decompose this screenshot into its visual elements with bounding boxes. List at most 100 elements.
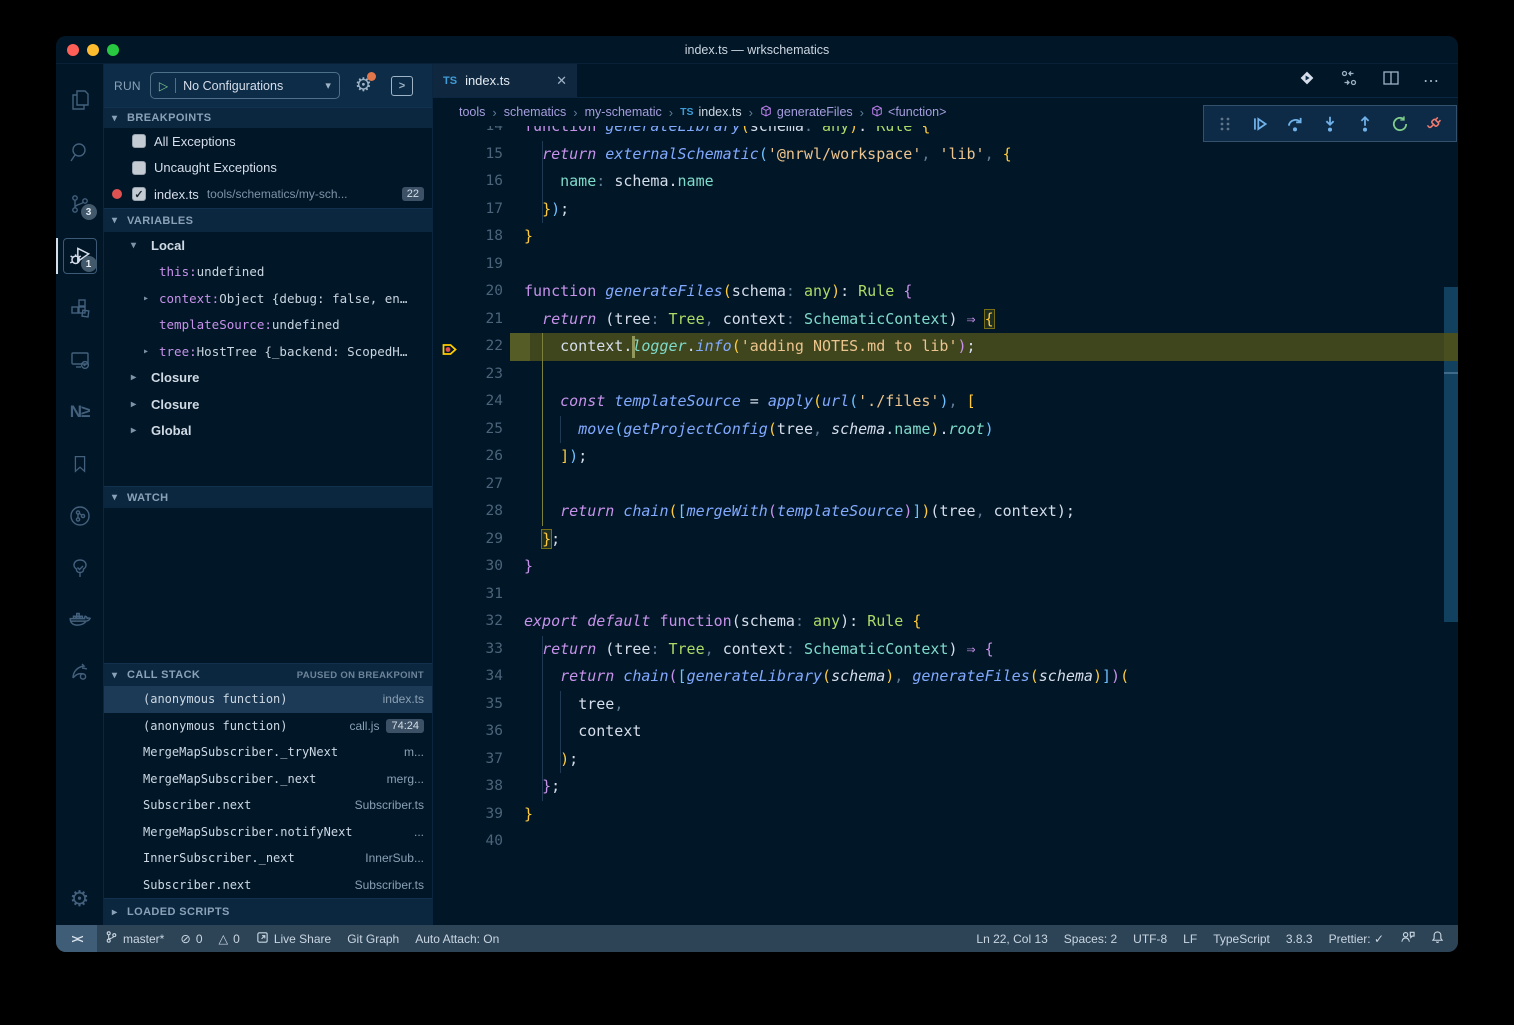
twisty-icon[interactable]: ▸ xyxy=(143,293,159,304)
code-line[interactable]: 22 context.logger.info('adding NOTES.md … xyxy=(433,333,1458,361)
breakpoint-row[interactable]: ✓index.tstools/schematics/my-sch...22 xyxy=(104,181,432,208)
code-line[interactable]: 19 xyxy=(433,251,1458,279)
debug-console-button[interactable]: > xyxy=(391,76,413,96)
loaded-scripts-header[interactable]: ▸LOADED SCRIPTS xyxy=(104,898,432,925)
remote-indicator[interactable]: >< xyxy=(56,925,97,952)
twisty-icon[interactable]: ▸ xyxy=(143,346,159,357)
warnings-item[interactable]: △0 xyxy=(211,931,248,946)
status-item[interactable]: Git Graph xyxy=(339,932,407,946)
breadcrumb-item[interactable]: schematics xyxy=(504,105,567,119)
breakpoint-checkbox[interactable]: ✓ xyxy=(132,187,146,201)
configure-gear-button[interactable]: ⚙ xyxy=(355,74,372,97)
split-editor-icon[interactable] xyxy=(1381,68,1401,93)
code-line[interactable]: 16 name: schema.name xyxy=(433,168,1458,196)
code-line[interactable]: 29 }; xyxy=(433,526,1458,554)
variables-header[interactable]: ▾VARIABLES xyxy=(104,208,432,232)
status-item[interactable]: Ln 22, Col 13 xyxy=(968,932,1055,946)
call-stack-frame[interactable]: Subscriber.nextSubscriber.ts xyxy=(104,872,432,899)
breadcrumb-item[interactable]: TSindex.ts xyxy=(680,105,742,119)
code-line[interactable]: 17 }); xyxy=(433,196,1458,224)
remote-explorer-icon[interactable] xyxy=(56,334,104,386)
nx-console-icon[interactable]: N≥ xyxy=(56,386,104,438)
call-stack-frame[interactable]: Subscriber.nextSubscriber.ts xyxy=(104,792,432,819)
code-line[interactable]: 15 return externalSchematic('@nrwl/works… xyxy=(433,141,1458,169)
status-item[interactable]: TypeScript xyxy=(1205,932,1278,946)
breakpoints-header[interactable]: ▾BREAKPOINTS xyxy=(104,107,432,128)
status-item[interactable]: Prettier: ✓ xyxy=(1321,932,1392,946)
call-stack-frame[interactable]: (anonymous function)call.js74:24 xyxy=(104,713,432,740)
run-and-debug-icon[interactable]: 1 xyxy=(56,230,104,282)
breakpoint-checkbox[interactable] xyxy=(132,161,146,175)
step-over-button[interactable] xyxy=(1281,110,1309,138)
call-stack-frame[interactable]: MergeMapSubscriber._nextmerg... xyxy=(104,766,432,793)
compare-changes-icon[interactable] xyxy=(1339,68,1359,93)
code-editor[interactable]: 14function generateLibrary(schema: any):… xyxy=(433,126,1458,925)
breadcrumb-item[interactable]: tools xyxy=(459,105,485,119)
search-icon[interactable] xyxy=(56,126,104,178)
variable-row[interactable]: ▸tree: HostTree {_backend: ScopedH… xyxy=(104,338,432,365)
scrollbar[interactable] xyxy=(1444,126,1458,925)
code-line[interactable]: 23 xyxy=(433,361,1458,389)
status-item[interactable]: LF xyxy=(1175,932,1205,946)
extensions-icon[interactable] xyxy=(56,282,104,334)
code-line[interactable]: 31 xyxy=(433,581,1458,609)
code-line[interactable]: 30} xyxy=(433,553,1458,581)
variable-row[interactable]: this: undefined xyxy=(104,259,432,286)
variables-scope-row[interactable]: ▸Closure xyxy=(104,391,432,418)
status-item[interactable]: Auto Attach: On xyxy=(407,932,507,946)
call-stack-frame[interactable]: MergeMapSubscriber.notifyNext... xyxy=(104,819,432,846)
toolbar-drag-handle[interactable] xyxy=(1211,110,1239,138)
breadcrumb-item[interactable]: <function> xyxy=(871,105,946,120)
source-control-icon[interactable]: 3 xyxy=(56,178,104,230)
test-tree-icon[interactable] xyxy=(56,542,104,594)
code-line[interactable]: 27 xyxy=(433,471,1458,499)
variable-row[interactable]: templateSource: undefined xyxy=(104,312,432,339)
code-line[interactable]: 32export default function(schema: any): … xyxy=(433,608,1458,636)
restart-button[interactable] xyxy=(1386,110,1414,138)
code-line[interactable]: 34 return chain([generateLibrary(schema)… xyxy=(433,663,1458,691)
errors-item[interactable]: ⊘0 xyxy=(172,931,210,946)
code-line[interactable]: 26 ]); xyxy=(433,443,1458,471)
window-controls[interactable] xyxy=(67,44,119,56)
zoom-window-button[interactable] xyxy=(107,44,119,56)
start-debug-icon[interactable]: ▷ xyxy=(159,79,168,93)
step-into-button[interactable] xyxy=(1316,110,1344,138)
code-line[interactable]: 40 xyxy=(433,828,1458,856)
disconnect-button[interactable] xyxy=(1420,110,1448,138)
breakpoint-row[interactable]: Uncaught Exceptions xyxy=(104,155,432,182)
variables-scope-row[interactable]: ▸Global xyxy=(104,418,432,445)
open-changes-icon[interactable] xyxy=(1297,68,1317,93)
call-stack-frame[interactable]: InnerSubscriber._nextInnerSub... xyxy=(104,845,432,872)
call-stack-header[interactable]: ▾CALL STACK PAUSED ON BREAKPOINT xyxy=(104,663,432,686)
code-line[interactable]: 38 }; xyxy=(433,773,1458,801)
status-item[interactable]: Spaces: 2 xyxy=(1056,932,1125,946)
call-stack-frame[interactable]: (anonymous function)index.ts xyxy=(104,686,432,713)
breakpoint-checkbox[interactable] xyxy=(132,134,146,148)
code-line[interactable]: 33 return (tree: Tree, context: Schemati… xyxy=(433,636,1458,664)
breakpoint-row[interactable]: All Exceptions xyxy=(104,128,432,155)
code-line[interactable]: 25 move(getProjectConfig(tree, schema.na… xyxy=(433,416,1458,444)
code-line[interactable]: 18} xyxy=(433,223,1458,251)
status-item[interactable]: UTF-8 xyxy=(1125,932,1175,946)
breadcrumb-item[interactable]: generateFiles xyxy=(760,105,853,120)
variable-row[interactable]: ▸context: Object {debug: false, en… xyxy=(104,285,432,312)
code-line[interactable]: 24 const templateSource = apply(url('./f… xyxy=(433,388,1458,416)
git-graph-icon[interactable] xyxy=(56,490,104,542)
code-line[interactable]: 36 context xyxy=(433,718,1458,746)
swoosh-icon[interactable] xyxy=(56,646,104,698)
breadcrumb-item[interactable]: my-schematic xyxy=(585,105,662,119)
more-actions-icon[interactable]: ⋯ xyxy=(1423,71,1440,91)
notifications-bell-icon[interactable] xyxy=(1423,930,1452,947)
explorer-icon[interactable] xyxy=(56,74,104,126)
close-window-button[interactable] xyxy=(67,44,79,56)
call-stack-frame[interactable]: MergeMapSubscriber._tryNextm... xyxy=(104,739,432,766)
git-branch-item[interactable]: master* xyxy=(97,930,172,947)
continue-button[interactable] xyxy=(1246,110,1274,138)
code-line[interactable]: 21 return (tree: Tree, context: Schemati… xyxy=(433,306,1458,334)
code-line[interactable]: 39} xyxy=(433,801,1458,829)
bookmarks-icon[interactable] xyxy=(56,438,104,490)
code-line[interactable]: 20function generateFiles(schema: any): R… xyxy=(433,278,1458,306)
launch-config-dropdown[interactable]: ▷ No Configurations ▾ xyxy=(150,72,340,99)
close-tab-icon[interactable]: ✕ xyxy=(556,73,567,89)
step-out-button[interactable] xyxy=(1351,110,1379,138)
